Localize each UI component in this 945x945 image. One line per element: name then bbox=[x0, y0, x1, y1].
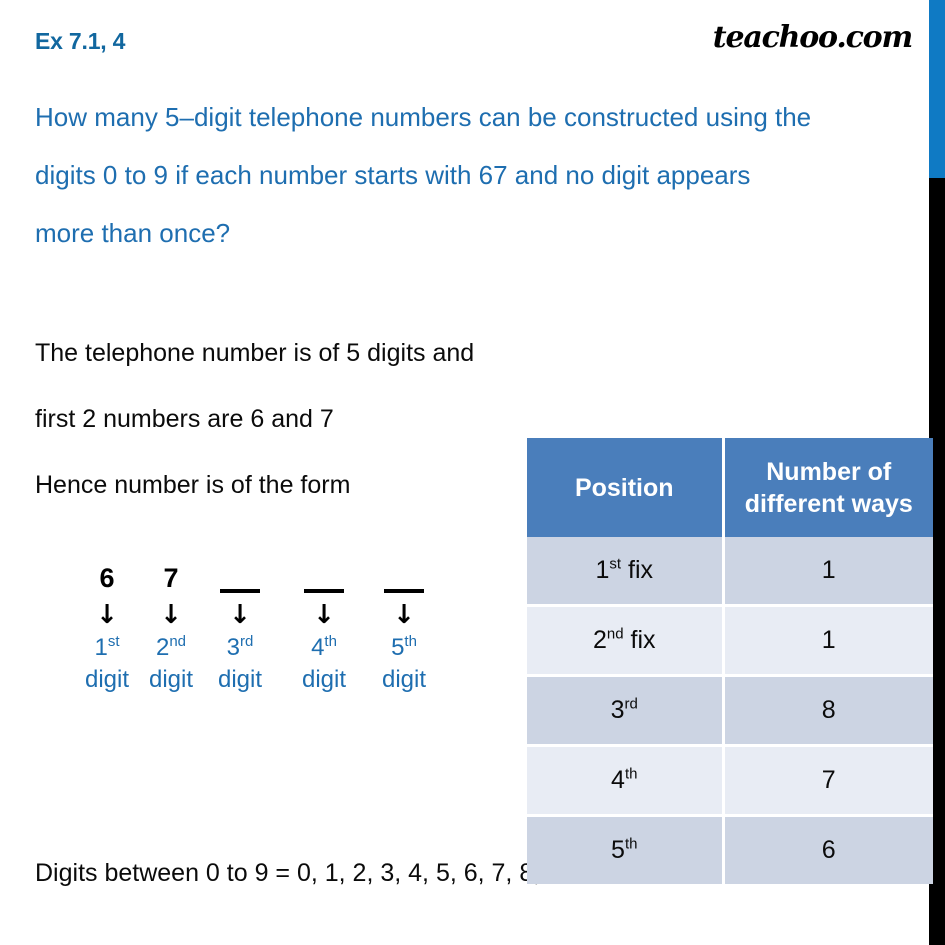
table-row: 3rd 8 bbox=[527, 675, 933, 747]
digit-ordinal-suffix-5: th bbox=[404, 633, 417, 650]
question-line-3: more than once? bbox=[35, 218, 231, 248]
digit-ordinal-suffix-4: th bbox=[324, 633, 337, 650]
table-row: 2nd fix 1 bbox=[527, 605, 933, 677]
blank-line-5 bbox=[384, 589, 424, 593]
digit-slot-2: 7 bbox=[132, 560, 210, 602]
ways-table: Position Number of different ways 1st fi… bbox=[527, 438, 933, 884]
cell-ordinal-suffix: th bbox=[624, 765, 638, 783]
column-header-ways-line-2: different ways bbox=[744, 489, 913, 518]
table-header-row: Position Number of different ways bbox=[527, 438, 933, 537]
digit-position-diagram: 6 ↓ 1st digit 7 ↓ 2nd digit ↓ 3rd digit bbox=[68, 560, 468, 725]
digit-column-3: ↓ 3rd digit bbox=[201, 560, 279, 696]
digit-ordinal-suffix-1: st bbox=[107, 633, 120, 650]
cell-ways: 1 bbox=[723, 537, 933, 607]
digit-ordinal-4: 4th bbox=[285, 632, 363, 664]
down-arrow-icon: ↓ bbox=[313, 600, 335, 630]
table-row: 5th 6 bbox=[527, 815, 933, 884]
digit-ordinal-suffix-3: rd bbox=[240, 633, 254, 650]
down-arrow-icon: ↓ bbox=[229, 600, 251, 630]
column-header-position: Position bbox=[527, 438, 725, 537]
cell-position: 1st fix bbox=[527, 537, 725, 607]
column-header-ways-line-1: Number of bbox=[766, 457, 892, 486]
digit-word-2: digit bbox=[148, 666, 194, 693]
digit-ordinal-number-4: 4 bbox=[311, 634, 325, 661]
digit-column-2: 7 ↓ 2nd digit bbox=[132, 560, 210, 696]
digit-ordinal-number-3: 3 bbox=[226, 634, 240, 661]
cell-ordinal-number: 1 bbox=[595, 556, 610, 584]
blank-line-4 bbox=[304, 589, 344, 593]
digit-column-4: ↓ 4th digit bbox=[285, 560, 363, 696]
digit-word-3: digit bbox=[217, 666, 263, 693]
digit-ordinal-5: 5th bbox=[365, 632, 443, 664]
digit-ordinal-number-2: 2 bbox=[155, 634, 170, 661]
solution-line-3: Hence number is of the form bbox=[35, 471, 351, 499]
cell-position: 4th bbox=[527, 745, 725, 817]
solution-line-2: first 2 numbers are 6 and 7 bbox=[35, 405, 334, 433]
blank-line-3 bbox=[220, 589, 260, 593]
digit-slot-3 bbox=[201, 560, 279, 602]
cell-ways: 6 bbox=[723, 815, 933, 884]
digit-ordinal-2: 2nd bbox=[132, 632, 210, 664]
cell-ordinal-number: 5 bbox=[611, 836, 625, 864]
table-row: 4th 7 bbox=[527, 745, 933, 817]
cell-ways: 1 bbox=[723, 605, 933, 677]
digit-column-5: ↓ 5th digit bbox=[365, 560, 443, 696]
cell-ordinal-number: 2 bbox=[592, 626, 607, 654]
digit-slot-4 bbox=[285, 560, 363, 602]
digit-value-1: 6 bbox=[99, 563, 115, 593]
cell-ordinal-number: 4 bbox=[611, 766, 625, 794]
slide-canvas: Ex 7.1, 4 teachoo.com How many 5–digit t… bbox=[0, 0, 945, 945]
teachoo-logo: teachoo.com bbox=[712, 20, 913, 55]
column-header-ways: Number of different ways bbox=[723, 438, 933, 537]
digit-ordinal-suffix-2: nd bbox=[169, 633, 187, 650]
solution-line-1: The telephone number is of 5 digits and bbox=[35, 339, 475, 367]
digit-ordinal-3: 3rd bbox=[201, 632, 279, 664]
down-arrow-icon: ↓ bbox=[160, 600, 182, 630]
cell-ordinal-suffix: rd bbox=[624, 695, 638, 713]
cell-position: 2nd fix bbox=[527, 605, 725, 677]
digit-slot-5 bbox=[365, 560, 443, 602]
cell-ordinal-suffix: nd bbox=[606, 625, 624, 643]
cell-position-note: fix bbox=[623, 626, 656, 654]
right-edge-blue-bar bbox=[929, 0, 945, 178]
cell-ordinal-suffix: th bbox=[624, 835, 638, 853]
down-arrow-icon: ↓ bbox=[393, 600, 415, 630]
digit-value-2: 7 bbox=[163, 563, 179, 593]
cell-ways: 7 bbox=[723, 745, 933, 817]
question-text: How many 5–digit telephone numbers can b… bbox=[35, 88, 925, 262]
cell-position-note: fix bbox=[621, 556, 654, 584]
question-line-1: How many 5–digit telephone numbers can b… bbox=[35, 102, 812, 132]
cell-position: 5th bbox=[527, 815, 725, 884]
cell-position: 3rd bbox=[527, 675, 725, 747]
cell-ways: 8 bbox=[723, 675, 933, 747]
cell-ordinal-suffix: st bbox=[609, 555, 622, 573]
digit-word-5: digit bbox=[381, 666, 427, 693]
page-title: Ex 7.1, 4 bbox=[35, 28, 126, 54]
digit-word-4: digit bbox=[301, 666, 347, 693]
digit-ordinal-number-5: 5 bbox=[391, 634, 405, 661]
question-line-2: digits 0 to 9 if each number starts with… bbox=[35, 160, 751, 190]
digit-ordinal-number-1: 1 bbox=[94, 634, 108, 661]
digits-range-note: Digits between 0 to 9 = 0, 1, 2, 3, 4, 5… bbox=[35, 859, 562, 887]
cell-ordinal-number: 3 bbox=[610, 696, 625, 724]
table-row: 1st fix 1 bbox=[527, 537, 933, 607]
